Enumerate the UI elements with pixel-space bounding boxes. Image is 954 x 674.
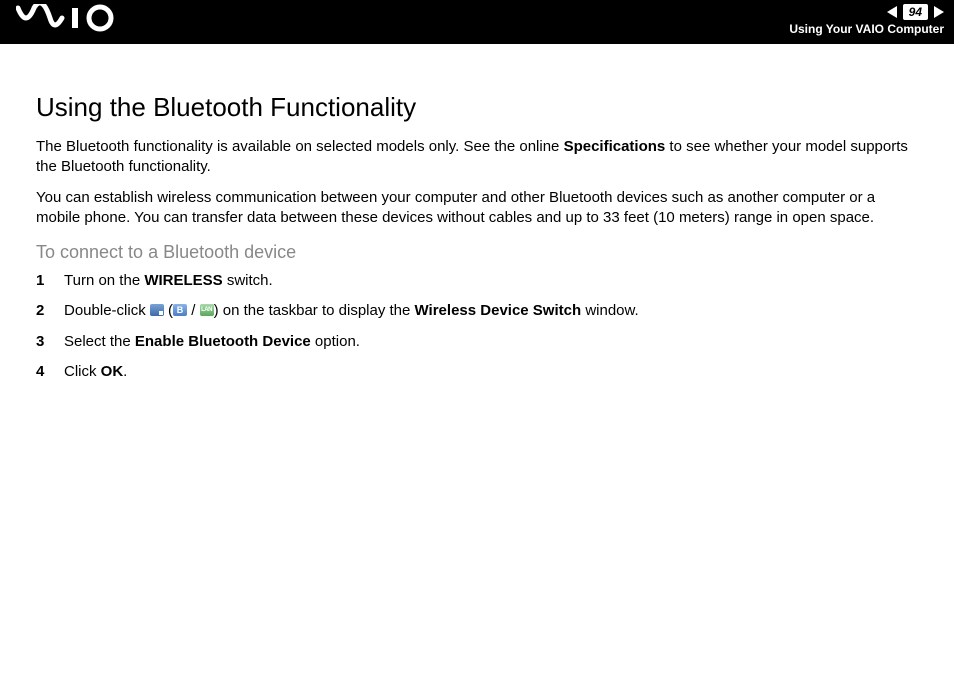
text: ( xyxy=(164,302,173,319)
text-bold: Enable Bluetooth Device xyxy=(135,333,311,350)
text-bold: Wireless Device Switch xyxy=(415,302,582,319)
prev-page-icon[interactable] xyxy=(887,6,897,18)
header-right: 94 Using Your VAIO Computer xyxy=(789,4,944,36)
text: window. xyxy=(581,302,639,319)
page-title: Using the Bluetooth Functionality xyxy=(36,92,918,123)
steps-list: Turn on the WIRELESS switch. Double-clic… xyxy=(36,271,918,382)
wireless-switch-icon xyxy=(150,304,164,316)
step-2: Double-click (B / LAN) on the taskbar to… xyxy=(36,301,918,321)
intro-paragraph-1: The Bluetooth functionality is available… xyxy=(36,137,918,178)
text: Double-click xyxy=(64,302,150,319)
next-page-icon[interactable] xyxy=(934,6,944,18)
pager: 94 xyxy=(887,4,944,20)
page-number: 94 xyxy=(903,4,928,20)
step-1: Turn on the WIRELESS switch. xyxy=(36,271,918,291)
text: / xyxy=(187,302,200,319)
lan-icon: LAN xyxy=(200,304,214,316)
text: The Bluetooth functionality is available… xyxy=(36,138,564,155)
text: on the taskbar to display the xyxy=(223,302,415,319)
vaio-logo xyxy=(16,4,126,32)
header-section-label: Using Your VAIO Computer xyxy=(789,22,944,36)
text: . xyxy=(123,363,127,380)
text: ) xyxy=(214,302,223,319)
text: switch. xyxy=(223,272,273,289)
intro-paragraph-2: You can establish wireless communication… xyxy=(36,188,918,229)
header-bar: 94 Using Your VAIO Computer xyxy=(0,0,954,44)
subheading: To connect to a Bluetooth device xyxy=(36,242,918,263)
text-bold: Specifications xyxy=(564,138,666,155)
page-content: Using the Bluetooth Functionality The Bl… xyxy=(0,44,954,382)
text-bold: OK xyxy=(101,363,124,380)
step-3: Select the Enable Bluetooth Device optio… xyxy=(36,332,918,352)
text: Select the xyxy=(64,333,135,350)
step-4: Click OK. xyxy=(36,362,918,382)
bluetooth-icon: B xyxy=(173,304,187,316)
text: Click xyxy=(64,363,101,380)
text-bold: WIRELESS xyxy=(144,272,222,289)
text: option. xyxy=(311,333,360,350)
text: Turn on the xyxy=(64,272,144,289)
